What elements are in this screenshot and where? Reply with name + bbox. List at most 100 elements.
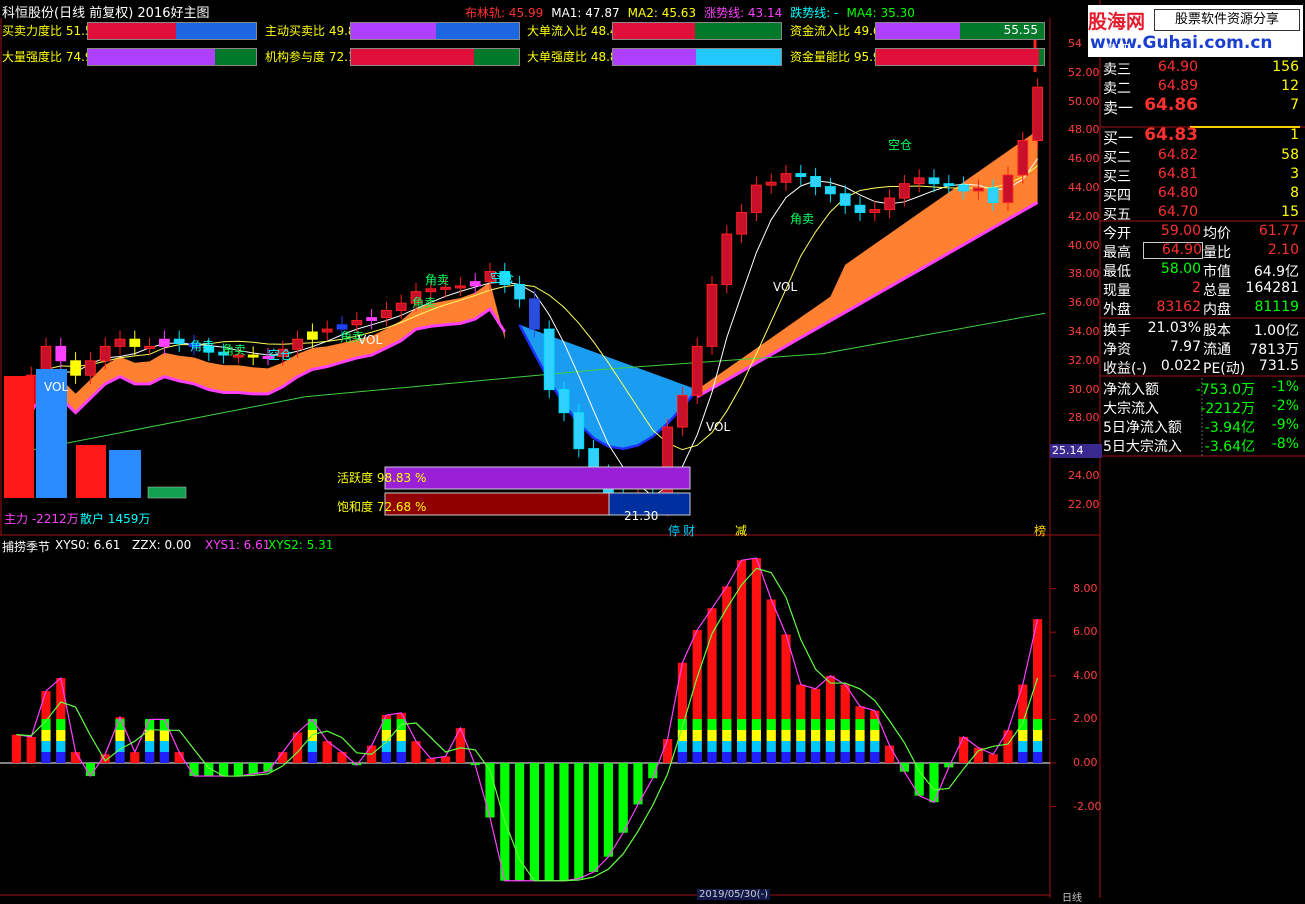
sub-bar-base-10-1 — [159, 741, 169, 752]
candle-body-30 — [455, 285, 466, 289]
sub-bar-base-51-3 — [766, 719, 776, 730]
sub-tick-5: -2.00 — [1073, 799, 1102, 813]
sub-bar-base-53-3 — [796, 719, 806, 730]
indicator-2: MA2: 45.63 — [627, 6, 697, 20]
sub-bar-base-68-2 — [1018, 730, 1028, 741]
logo-tagline: 股票软件资源分享 — [1154, 9, 1300, 31]
orderbook-label-0: 卖四 — [1103, 43, 1131, 59]
stat-label-b-7: PE(动) — [1203, 361, 1246, 377]
sub-bar-21 — [322, 741, 332, 763]
orderbook-price-6: 64.81 — [1157, 166, 1198, 182]
candle-body-48 — [721, 233, 733, 285]
price-tick-0: 52.00 — [1068, 65, 1100, 79]
candle-body-49 — [736, 211, 747, 235]
sub-bar-base-54-3 — [811, 719, 821, 730]
stat-value-a-4: 83162 — [1156, 299, 1201, 315]
stat-label-b-6: 流通 — [1203, 342, 1231, 358]
signal-label-3: 空仓 — [888, 138, 913, 152]
sub-bar-base-46-3 — [692, 719, 702, 730]
sub-bar-40 — [603, 763, 613, 857]
candle-body-60 — [899, 183, 910, 199]
gauge-bar-0 — [87, 22, 257, 40]
sub-bar-base-50-0 — [751, 752, 761, 763]
sub-bar-base-51-0 — [766, 752, 776, 763]
signal-label-11: 空仓 — [268, 348, 293, 362]
gauge-fill-b-7 — [1039, 49, 1044, 65]
candle-body-26 — [395, 302, 407, 311]
sub-bar-base-9-1 — [145, 741, 155, 752]
sub-bar-64 — [959, 736, 969, 763]
candle-body-56 — [839, 193, 851, 206]
price-tick-13: 24.00 — [1068, 469, 1100, 482]
stat-value-b-5: 1.00亿 — [1253, 323, 1299, 339]
sub-bar-base-49-1 — [737, 741, 747, 752]
price-tick-10: 32.00 — [1068, 353, 1100, 367]
sub-title: 捕捞季节 — [2, 540, 51, 554]
orderbook-price-8: 64.70 — [1157, 204, 1198, 220]
candle-body-5 — [85, 360, 96, 376]
orderbook-label-8: 买五 — [1103, 207, 1131, 223]
orderbook-label-7: 买四 — [1103, 188, 1131, 204]
candle-body-6 — [99, 345, 111, 362]
sub-bar-37 — [559, 763, 569, 881]
sub-tick-3: 2.00 — [1073, 712, 1098, 726]
price-tick-8: 36.00 — [1068, 296, 1100, 310]
candle-body-64 — [958, 184, 969, 192]
sub-bar-base-58-3 — [870, 719, 880, 730]
price-tick-7: 38.00 — [1068, 267, 1100, 281]
price-tick-4: 44.00 — [1068, 181, 1100, 194]
candle-body-55 — [825, 186, 836, 195]
flow-pct-3: -8% — [1271, 436, 1299, 452]
sub-bar-base-7-0 — [115, 752, 125, 763]
sub-bar-5 — [85, 763, 95, 777]
orderbook-vol-7: 8 — [1290, 185, 1299, 201]
signal-label-9: VOL — [773, 280, 798, 294]
candle-body-58 — [869, 209, 881, 213]
candle-body-65 — [973, 187, 984, 192]
sub-bar-base-25-2 — [381, 730, 391, 741]
activity-bar — [384, 466, 691, 490]
sub-bar-18 — [278, 752, 288, 763]
price-tick-11: 30.00 — [1068, 382, 1100, 396]
candle-body-67 — [1002, 174, 1014, 203]
candle-body-4 — [70, 360, 81, 376]
stat-row-4: 外盘 83162 内盘 81119 — [1103, 299, 1303, 318]
flow-row-0: 净流入额 -753.0万 -1% — [1103, 379, 1303, 398]
candle-body-24 — [366, 317, 377, 321]
signal-label-7: VOL — [44, 380, 69, 394]
stat-value-a-0: 59.00 — [1160, 223, 1201, 239]
flow-pct-2: -9% — [1271, 417, 1299, 433]
stat-value-a-7: 0.022 — [1160, 358, 1201, 374]
stat-value-b-2: 64.9亿 — [1253, 264, 1299, 280]
current-price-tag: 25.14 — [1050, 444, 1102, 458]
indicator-0: 布林轨: 45.99 — [465, 6, 544, 20]
candle-body-50 — [751, 184, 762, 213]
sub-bar-base-56-2 — [840, 730, 850, 741]
orderbook-price-7: 64.80 — [1157, 185, 1198, 201]
signal-label-8: VOL — [358, 333, 383, 347]
candle-body-11 — [173, 338, 185, 345]
candle-body-28 — [425, 288, 437, 293]
candle-body-63 — [943, 183, 955, 187]
flow-value-2: -3.94亿 — [1204, 420, 1255, 436]
gauge-fill-b-2 — [695, 23, 781, 39]
flow-row-1: 大宗流入 -2212万 -2% — [1103, 398, 1303, 417]
stat-value-b-7: 731.5 — [1258, 358, 1299, 374]
sub-bar-base-55-3 — [825, 719, 835, 730]
sub-bar-base-49-3 — [737, 719, 747, 730]
orderbook-label-2: 卖二 — [1103, 81, 1131, 97]
candle-body-19 — [292, 338, 303, 350]
candle-body-34 — [514, 283, 525, 300]
sub-bar-base-57-1 — [855, 741, 865, 752]
sub-bar-base-3-1 — [56, 741, 66, 752]
stat-label-a-4: 外盘 — [1103, 302, 1131, 318]
sub-bar-62 — [929, 763, 939, 803]
sub-bar-base-52-2 — [781, 730, 791, 741]
stat-label-a-2: 最低 — [1103, 264, 1131, 280]
stat-label-b-5: 股本 — [1203, 323, 1231, 339]
flow-value-3: -3.64亿 — [1204, 439, 1255, 455]
stat-label-a-5: 换手 — [1103, 323, 1131, 339]
orderbook-row-3: 卖一 64.86 7 — [1103, 95, 1303, 117]
orderbook-row-7: 买四 64.80 8 — [1103, 185, 1303, 204]
event-marker-3: 榜 — [1034, 524, 1047, 538]
